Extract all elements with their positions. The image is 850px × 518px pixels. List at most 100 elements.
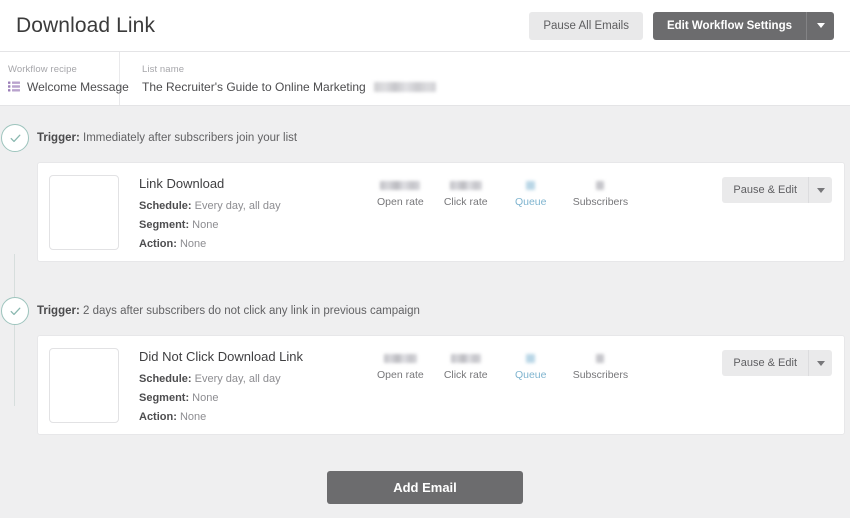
stat-queue-label[interactable]: Queue <box>508 196 554 208</box>
page-header: Download Link Pause All Emails Edit Work… <box>0 0 850 52</box>
email-stats: Open rate Click rate Queue Subscribers <box>377 348 628 381</box>
header-actions: Pause All Emails Edit Workflow Settings <box>529 11 834 40</box>
stat-value-wrap <box>443 179 489 192</box>
workflow-steps: Trigger: Immediately after subscribers j… <box>0 106 850 504</box>
list-name-value-row: The Recruiter's Guide to Online Marketin… <box>142 80 436 94</box>
stat-queue[interactable]: Queue <box>508 352 554 381</box>
stat-value-wrap <box>573 179 628 192</box>
stat-click-rate: Click rate <box>443 352 489 381</box>
schedule-label: Schedule: <box>139 200 192 212</box>
email-card-actions: Pause & Edit <box>722 348 832 376</box>
redacted-list-suffix <box>373 81 436 92</box>
email-detail-action: Action: None <box>139 411 369 423</box>
stat-open-rate-label: Open rate <box>377 369 424 381</box>
schedule-value: Every day, all day <box>191 200 281 212</box>
trigger-row: Trigger: Immediately after subscribers j… <box>0 123 850 153</box>
action-value: None <box>176 411 207 423</box>
email-card[interactable]: Did Not Click Download Link Schedule: Ev… <box>37 335 845 435</box>
email-card-actions: Pause & Edit <box>722 175 832 203</box>
action-label: Action: <box>139 238 177 250</box>
segment-value: None <box>189 392 219 404</box>
redacted-subscribers-value <box>596 181 605 190</box>
edit-workflow-settings-dropdown-button[interactable] <box>806 11 834 40</box>
trigger-description: Trigger: 2 days after subscribers do not… <box>37 305 420 317</box>
email-detail-schedule: Schedule: Every day, all day <box>139 373 369 385</box>
workflow-meta-bar: Workflow recipe Welcome Message List nam… <box>0 52 850 106</box>
stat-queue[interactable]: Queue <box>508 179 554 208</box>
email-info: Link Download Schedule: Every day, all d… <box>139 175 369 257</box>
stat-value-wrap <box>443 352 489 365</box>
stat-value-wrap <box>508 179 554 192</box>
stat-value-wrap <box>377 352 424 365</box>
stat-subscribers-label: Subscribers <box>572 369 629 381</box>
action-label: Action: <box>139 411 177 423</box>
schedule-value: Every day, all day <box>191 373 281 385</box>
action-value: None <box>176 238 207 250</box>
stat-click-rate-label: Click rate <box>443 196 488 208</box>
email-info: Did Not Click Download Link Schedule: Ev… <box>139 348 369 430</box>
pause-and-edit-button[interactable]: Pause & Edit <box>722 177 808 203</box>
email-card[interactable]: Link Download Schedule: Every day, all d… <box>37 162 845 262</box>
redacted-open-rate-value <box>383 354 417 363</box>
chevron-down-icon <box>816 360 825 366</box>
redacted-open-rate-value <box>380 181 421 190</box>
chevron-down-icon <box>816 23 825 28</box>
workflow-recipe-label: Workflow recipe <box>8 63 77 75</box>
pause-and-edit-dropdown-button[interactable] <box>808 350 832 376</box>
stat-click-rate-label: Click rate <box>443 369 488 381</box>
segment-label: Segment: <box>139 219 190 231</box>
edit-workflow-settings-split-button: Edit Workflow Settings <box>652 11 834 40</box>
check-circle-icon <box>1 297 29 325</box>
redacted-click-rate-value <box>450 354 481 363</box>
list-name-block: List name The Recruiter's Guide to Onlin… <box>120 52 458 105</box>
pause-and-edit-button[interactable]: Pause & Edit <box>722 350 808 376</box>
email-detail-segment: Segment: None <box>139 219 369 231</box>
check-circle-icon <box>1 124 29 152</box>
stat-open-rate-label: Open rate <box>377 196 424 208</box>
add-email-button[interactable]: Add Email <box>327 471 523 504</box>
stat-queue-label[interactable]: Queue <box>508 369 554 381</box>
chevron-down-icon <box>816 187 825 193</box>
workflow-footer: Add Email <box>0 435 850 504</box>
workflow-recipe-name: Welcome Message <box>27 79 129 94</box>
email-detail-segment: Segment: None <box>139 392 369 404</box>
stat-subscribers: Subscribers <box>573 179 628 208</box>
redacted-queue-value <box>526 181 536 190</box>
stat-open-rate: Open rate <box>377 179 424 208</box>
list-name-value: The Recruiter's Guide to Online Marketin… <box>142 79 366 94</box>
email-name: Link Download <box>139 176 225 191</box>
email-detail-action: Action: None <box>139 238 369 250</box>
trigger-description: Trigger: Immediately after subscribers j… <box>37 132 297 144</box>
trigger-prefix: Trigger: <box>37 305 80 317</box>
redacted-subscribers-value <box>596 354 605 363</box>
trigger-row: Trigger: 2 days after subscribers do not… <box>0 296 850 326</box>
workflow-flow: Trigger: Immediately after subscribers j… <box>0 106 850 504</box>
trigger-prefix: Trigger: <box>37 132 80 144</box>
pause-and-edit-dropdown-button[interactable] <box>808 177 832 203</box>
stat-open-rate: Open rate <box>377 352 424 381</box>
stat-value-wrap <box>377 179 424 192</box>
email-stats: Open rate Click rate Queue Subscribers <box>377 175 628 208</box>
stat-value-wrap <box>573 352 628 365</box>
page-title: Download Link <box>16 13 156 37</box>
segment-label: Segment: <box>139 392 190 404</box>
workflow-recipe-value-row: Welcome Message <box>8 80 129 94</box>
stat-value-wrap <box>508 352 554 365</box>
email-thumbnail[interactable] <box>49 348 119 423</box>
list-name-label: List name <box>142 63 185 75</box>
list-icon <box>8 81 20 92</box>
redacted-queue-value <box>526 354 536 363</box>
stat-subscribers: Subscribers <box>573 352 628 381</box>
redacted-click-rate-value <box>449 181 482 190</box>
email-thumbnail[interactable] <box>49 175 119 250</box>
pause-all-emails-button[interactable]: Pause All Emails <box>529 11 643 40</box>
edit-workflow-settings-button[interactable]: Edit Workflow Settings <box>652 11 806 40</box>
email-detail-schedule: Schedule: Every day, all day <box>139 200 369 212</box>
workflow-step: Trigger: Immediately after subscribers j… <box>0 106 850 262</box>
segment-value: None <box>189 219 219 231</box>
trigger-detail: Immediately after subscribers join your … <box>79 132 298 144</box>
workflow-step: Trigger: 2 days after subscribers do not… <box>0 262 850 435</box>
workflow-recipe-block: Workflow recipe Welcome Message <box>0 52 129 105</box>
stat-subscribers-label: Subscribers <box>572 196 629 208</box>
trigger-detail: 2 days after subscribers do not click an… <box>79 305 420 317</box>
